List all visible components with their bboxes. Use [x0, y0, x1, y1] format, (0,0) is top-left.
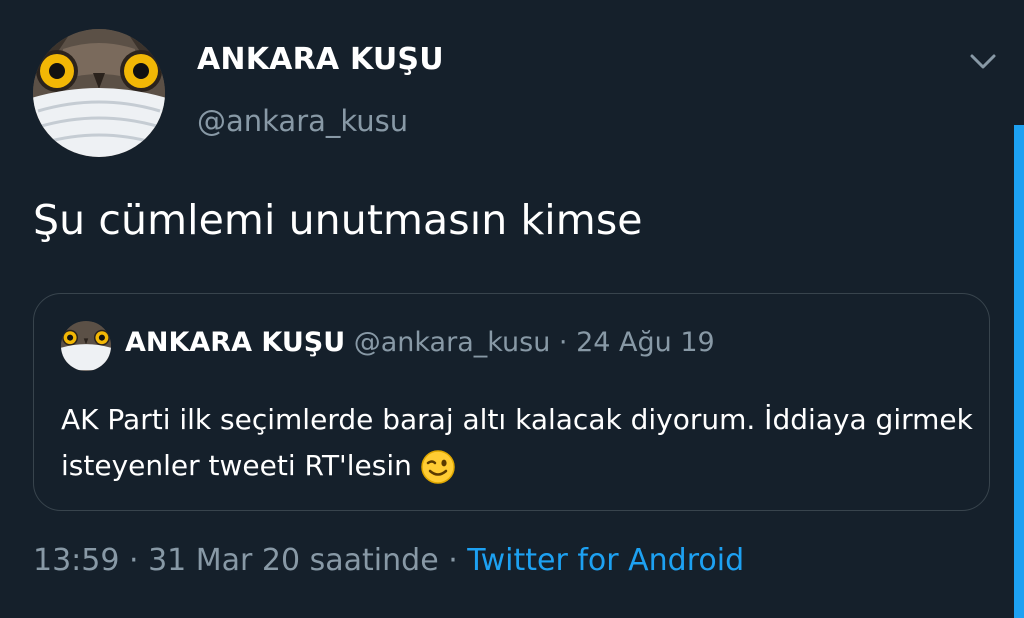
tweet-text: Şu cümlemi unutmasın kimse	[33, 196, 643, 244]
quoted-separator: ·	[550, 327, 577, 358]
quoted-author-name[interactable]: ANKARA KUŞU	[125, 327, 345, 358]
tweet-source-link[interactable]: Twitter for Android	[467, 543, 744, 578]
quoted-header: ANKARA KUŞU @ankara_kusu · 24 Ağu 19	[125, 327, 715, 358]
quoted-avatar	[61, 321, 111, 371]
quoted-date[interactable]: 24 Ağu 19	[576, 327, 715, 358]
quoted-text-body: AK Parti ilk seçimlerde baraj altı kalac…	[61, 403, 973, 482]
tweet-time[interactable]: 13:59	[33, 543, 119, 578]
winking-face-icon	[421, 450, 455, 484]
scrollbar[interactable]	[1014, 125, 1024, 618]
tweet-footer: 13:59 · 31 Mar 20 saatinde · Twitter for…	[33, 543, 744, 578]
avatar[interactable]	[33, 29, 165, 157]
quoted-author-handle[interactable]: @ankara_kusu	[354, 327, 551, 358]
author-name[interactable]: ANKARA KUŞU	[197, 42, 444, 77]
owl-avatar-image	[33, 29, 165, 157]
quoted-tweet[interactable]: ANKARA KUŞU @ankara_kusu · 24 Ağu 19 AK …	[33, 293, 990, 511]
quoted-text: AK Parti ilk seçimlerde baraj altı kalac…	[61, 397, 981, 489]
tweet-date[interactable]: 31 Mar 20 saatinde	[148, 543, 439, 578]
author-handle[interactable]: @ankara_kusu	[197, 104, 408, 138]
footer-separator: ·	[438, 543, 468, 578]
footer-separator: ·	[119, 543, 149, 578]
owl-avatar-image	[61, 321, 111, 371]
chevron-down-icon[interactable]	[966, 48, 1000, 74]
